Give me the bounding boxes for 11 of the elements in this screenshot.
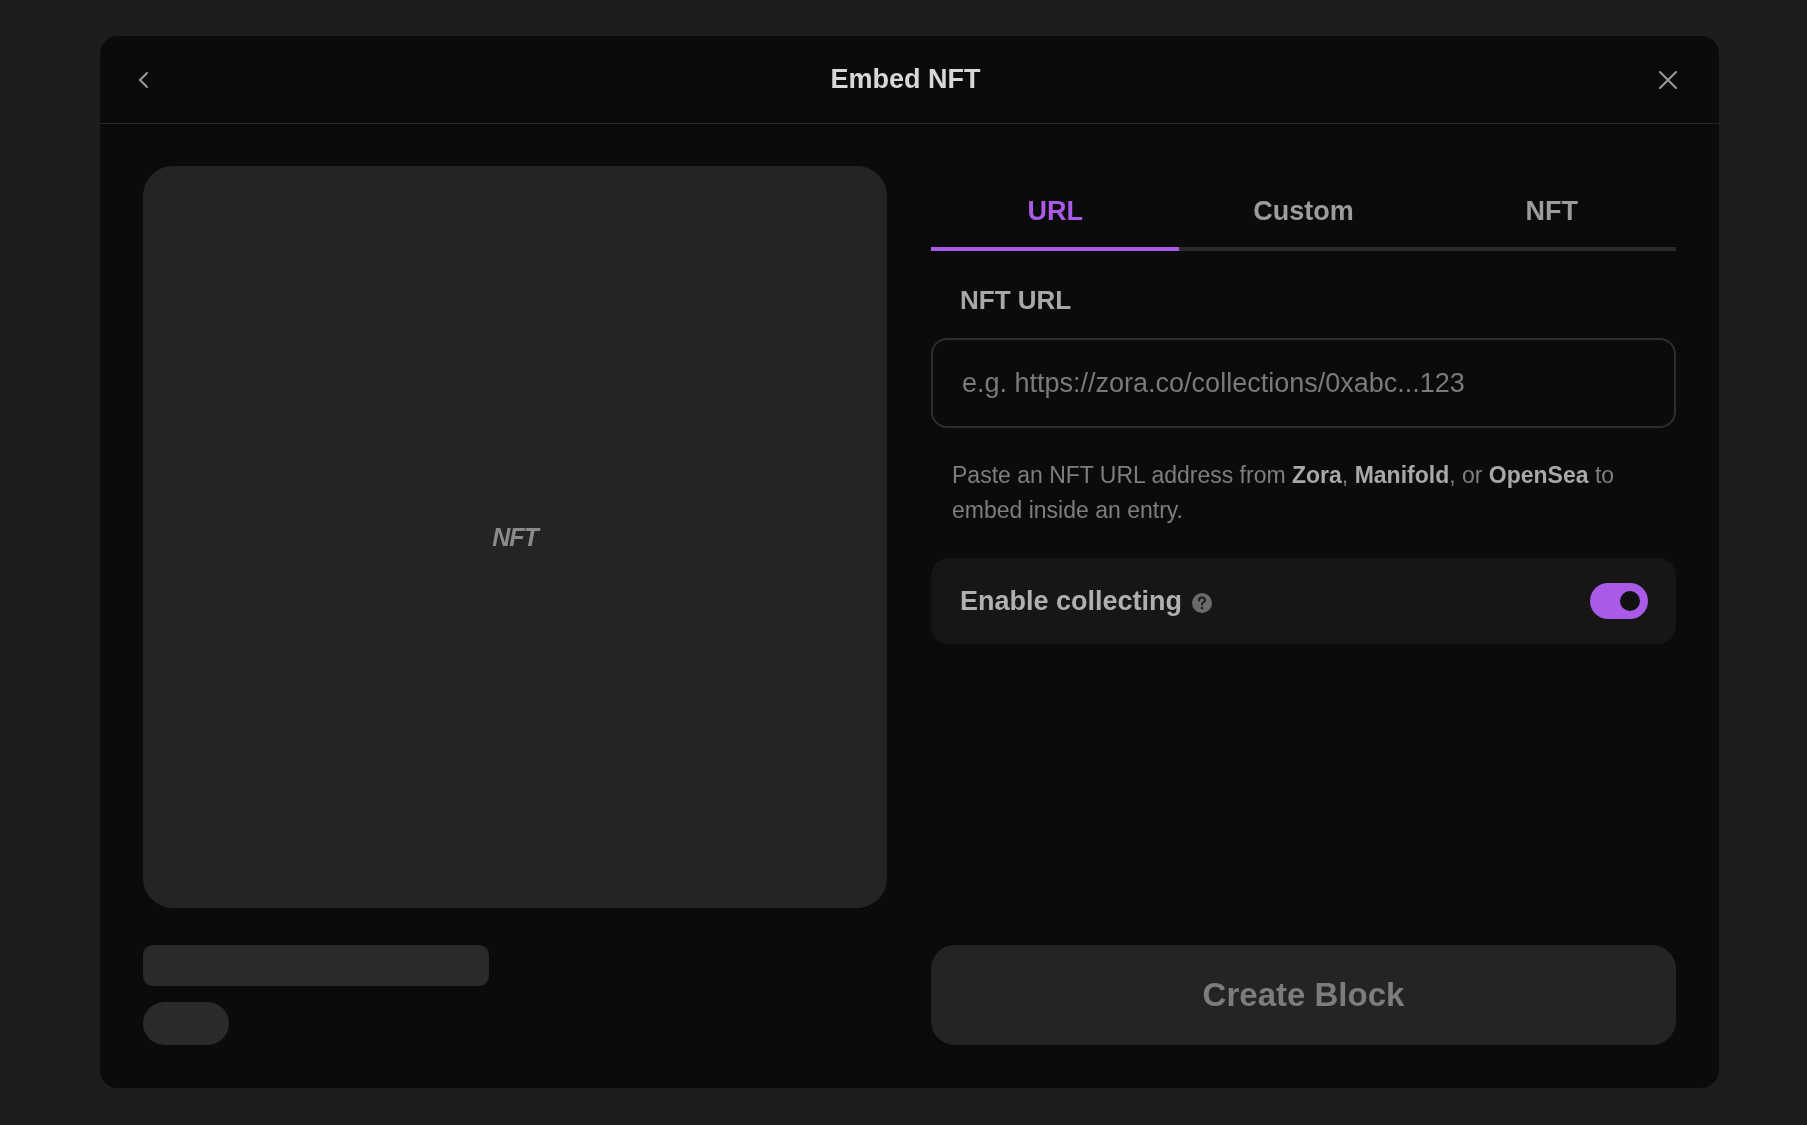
tab[interactable]: URL <box>931 186 1180 251</box>
field-label: NFT URL <box>960 285 1073 316</box>
tab[interactable]: Custom <box>1179 186 1428 251</box>
dialog-title: Embed NFT <box>829 64 982 95</box>
help-icon[interactable] <box>1191 591 1214 614</box>
tab[interactable]: NFT <box>1427 186 1676 251</box>
url-input-field[interactable]: e.g. https://zora.co/collections/0xabc...123 <box>931 338 1676 428</box>
toggle-label: Enable collecting <box>960 585 1183 617</box>
close-icon <box>1657 68 1679 91</box>
toggle-switch[interactable] <box>1590 583 1648 619</box>
help-text: Paste an NFT URL address from Zora, Manifold, or OpenSea to embed inside an entry. <box>952 461 1616 525</box>
